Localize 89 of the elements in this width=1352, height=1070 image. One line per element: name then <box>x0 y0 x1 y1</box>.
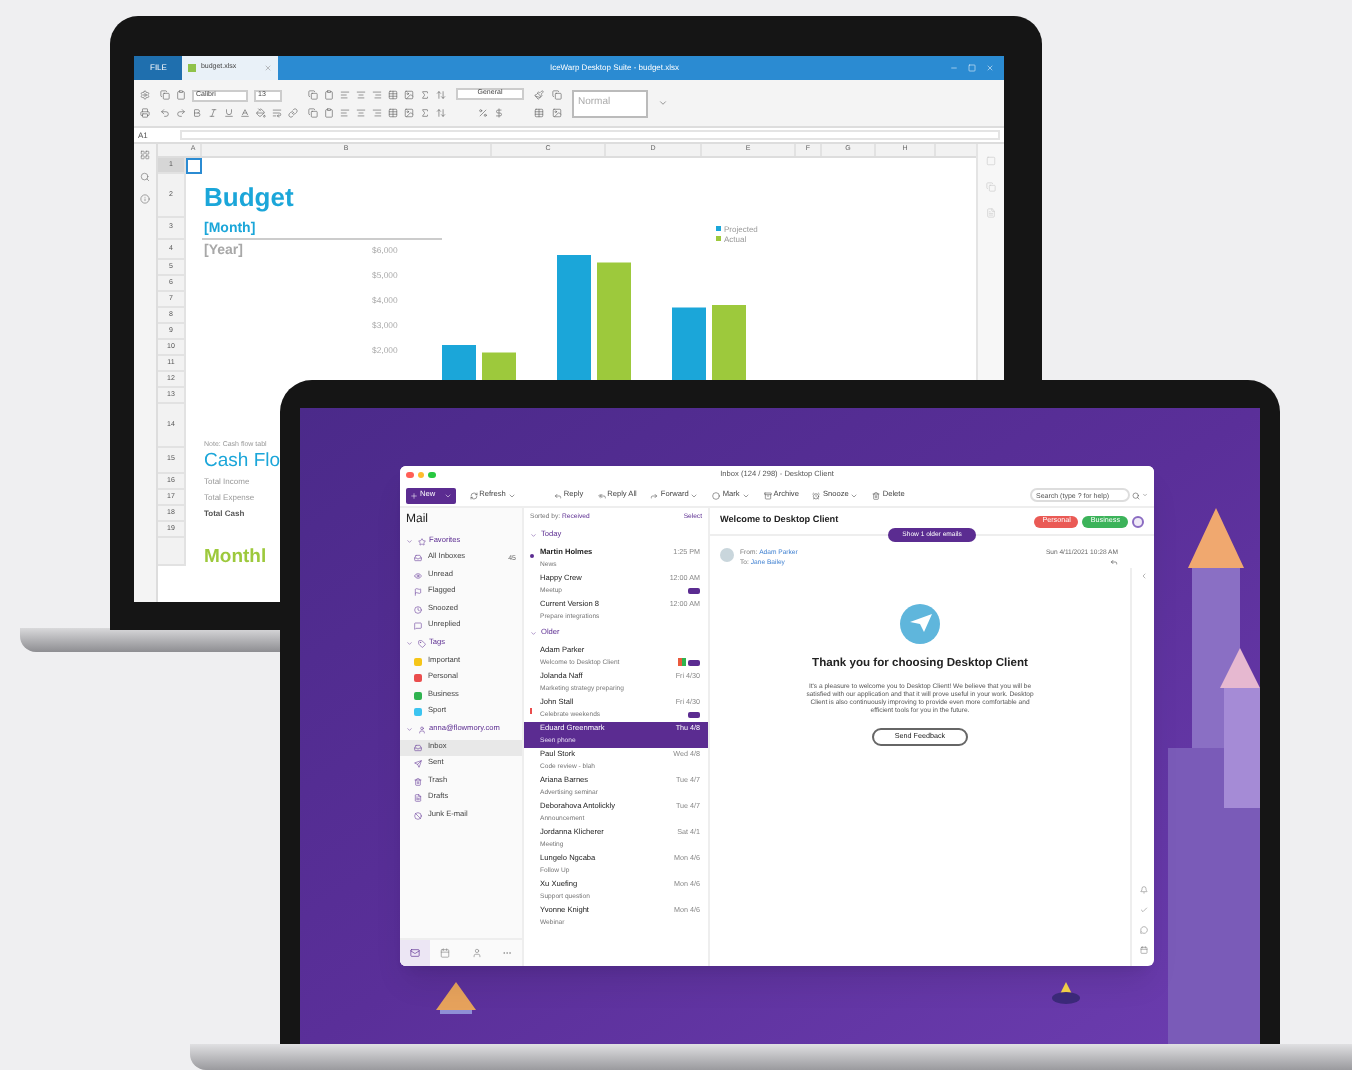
tag-icon <box>417 640 425 648</box>
search-icon[interactable] <box>1132 491 1140 499</box>
gear-icon[interactable] <box>140 89 150 99</box>
speech-bubble-icon <box>414 622 422 631</box>
nav-tab[interactable] <box>400 940 431 966</box>
grid-icon[interactable] <box>140 150 150 160</box>
trash-icon <box>872 491 881 499</box>
cell-text: Budget <box>204 183 294 209</box>
wrap-text-icon[interactable] <box>272 107 282 117</box>
flag-icon <box>414 588 422 597</box>
maximize-button[interactable] <box>428 471 435 479</box>
plus-icon <box>410 491 418 499</box>
chat-icon[interactable] <box>1139 926 1147 934</box>
square-icon[interactable] <box>986 156 996 166</box>
mail-icon <box>410 948 421 958</box>
align-left-icon[interactable] <box>340 107 350 117</box>
align-center-icon[interactable] <box>356 107 366 117</box>
table-icon[interactable] <box>388 89 398 99</box>
bell-icon[interactable] <box>1139 886 1147 894</box>
clock-icon <box>414 605 422 614</box>
bold-icon[interactable] <box>192 107 202 117</box>
align-left-icon[interactable] <box>340 89 350 99</box>
image-icon[interactable] <box>552 107 562 117</box>
calendar-icon[interactable] <box>1139 946 1147 954</box>
align-right-icon[interactable] <box>372 89 382 99</box>
copy-icon[interactable] <box>160 90 170 100</box>
align-right-icon[interactable] <box>372 107 382 117</box>
forward-icon <box>650 491 659 499</box>
image-icon[interactable] <box>404 107 414 117</box>
search-icon[interactable] <box>140 172 150 182</box>
alarm-clock-icon <box>812 491 821 499</box>
info-icon[interactable] <box>140 194 150 204</box>
paste-icon[interactable] <box>176 90 186 100</box>
reply-icon <box>553 491 562 499</box>
chevron-down-icon[interactable] <box>658 98 668 108</box>
person-icon <box>471 948 482 958</box>
align-center-icon[interactable] <box>356 89 366 99</box>
copy-icon[interactable] <box>552 89 562 99</box>
ban-icon <box>414 811 422 820</box>
sort-icon[interactable] <box>436 107 446 117</box>
copy-icon[interactable] <box>308 107 318 117</box>
undo-icon[interactable] <box>160 107 170 117</box>
table-icon[interactable] <box>534 107 544 117</box>
close-button[interactable] <box>406 471 413 479</box>
link-icon[interactable] <box>288 107 298 117</box>
redo-icon[interactable] <box>176 107 186 117</box>
reply-icon[interactable] <box>1110 557 1118 566</box>
pyramid-drawing <box>436 982 476 1014</box>
paste-icon[interactable] <box>324 89 334 99</box>
minimize-icon[interactable] <box>950 64 958 72</box>
archive-icon <box>763 491 772 499</box>
percent-icon[interactable] <box>477 108 487 118</box>
circle-icon <box>712 491 721 499</box>
tag-add-icon <box>1132 515 1144 527</box>
inbox-icon <box>414 554 422 563</box>
sort-icon[interactable] <box>436 89 446 99</box>
font-color-icon[interactable] <box>240 107 250 117</box>
printer-icon[interactable] <box>140 107 150 117</box>
copy-icon[interactable] <box>308 89 318 99</box>
fill-color-icon[interactable] <box>256 107 266 117</box>
cell-text: Cash Flo <box>204 451 281 471</box>
lamp-drawing <box>1050 982 1082 1006</box>
maximize-icon[interactable] <box>968 64 976 72</box>
sheet-file-icon <box>188 64 197 72</box>
trash-icon <box>414 777 422 786</box>
eye-icon <box>414 571 422 580</box>
check-icon[interactable] <box>1139 906 1147 914</box>
document-icon[interactable] <box>986 208 996 218</box>
currency-icon[interactable] <box>493 108 503 118</box>
paste-icon[interactable] <box>324 107 334 117</box>
paper-plane-icon <box>900 603 940 644</box>
italic-icon[interactable] <box>208 107 218 117</box>
minimize-button[interactable] <box>417 471 424 479</box>
reply-all-icon <box>597 491 606 499</box>
refresh-icon <box>469 491 478 499</box>
formula-field[interactable] <box>180 130 1000 140</box>
inbox-icon <box>414 743 422 752</box>
user-icon <box>417 726 425 734</box>
cell-text: Monthl <box>204 547 267 566</box>
image-icon[interactable] <box>404 89 414 99</box>
star-icon <box>417 537 425 545</box>
table-icon[interactable] <box>388 107 398 117</box>
calendar-icon <box>440 948 451 958</box>
brush-icon[interactable] <box>534 89 544 99</box>
row-header[interactable] <box>158 538 186 566</box>
underline-icon[interactable] <box>224 107 234 117</box>
avatar <box>720 548 734 562</box>
send-icon <box>414 760 422 769</box>
document-icon <box>414 794 422 803</box>
